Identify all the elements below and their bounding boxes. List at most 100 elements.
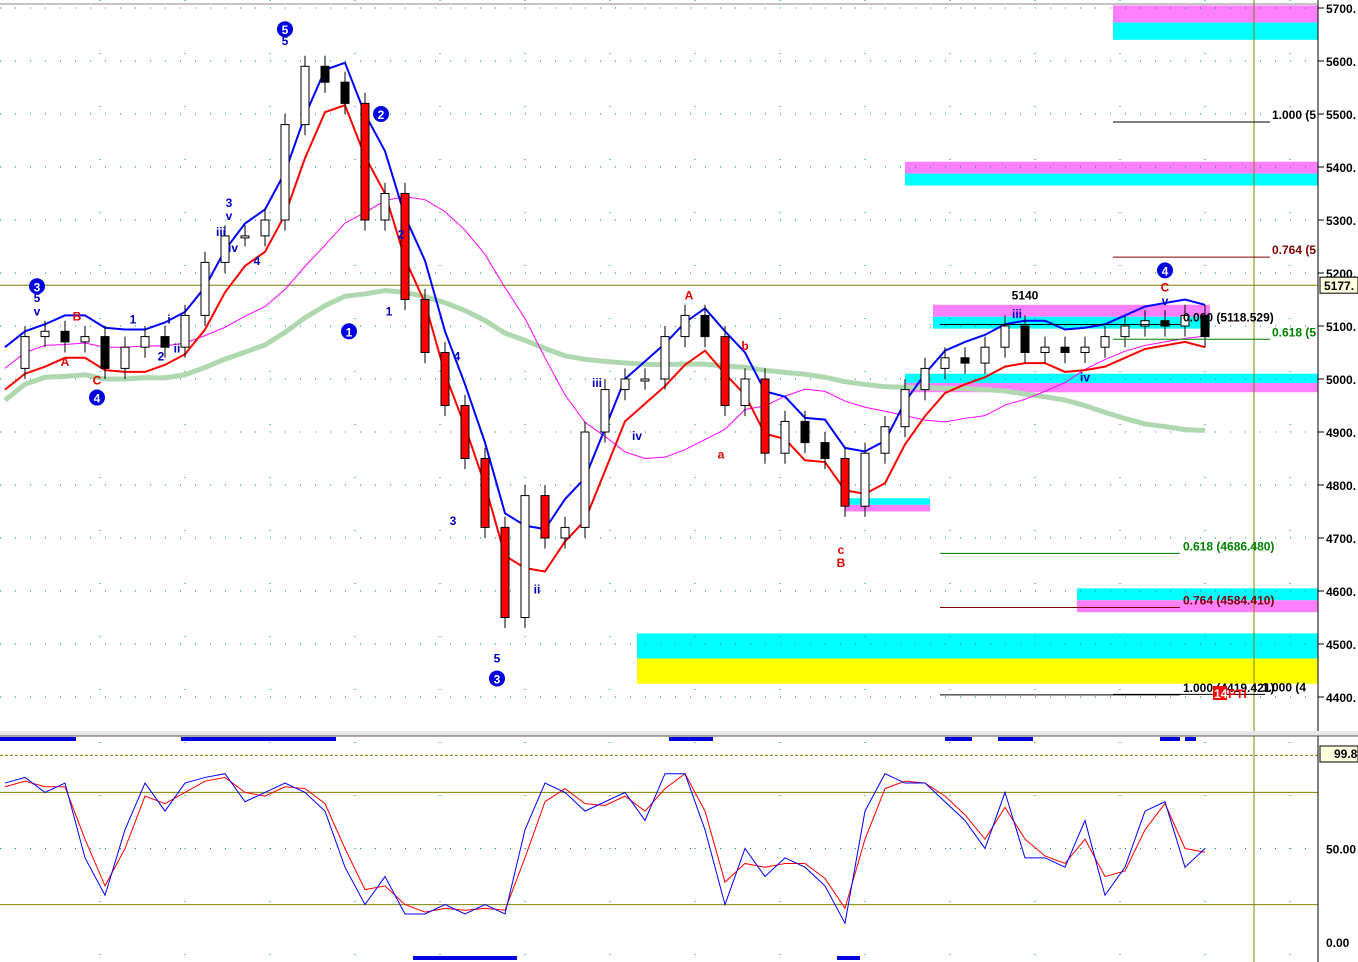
wave-label: A [61, 355, 70, 369]
candle [520, 495, 530, 619]
candle [420, 299, 430, 353]
wave-label: iii [592, 376, 602, 390]
fib-label: 1.000 (4 [1262, 680, 1306, 694]
candle [720, 336, 730, 407]
candle [340, 81, 350, 104]
pti-number: 14 [1214, 687, 1228, 701]
fib-label: 0.764 (5 [1272, 243, 1316, 257]
price-tick-label: 4400. [1326, 691, 1356, 705]
candle [640, 378, 650, 382]
wave-label: 2 [378, 108, 385, 122]
candle [580, 431, 590, 528]
price-tick-label: 4600. [1326, 585, 1356, 599]
candle [440, 352, 450, 406]
price-tick-label: 5500. [1326, 108, 1356, 122]
zone-5400-upper [905, 161, 1318, 174]
wave-label: 1 [386, 304, 393, 318]
stoch-d-line [4, 772, 1206, 913]
candle [260, 219, 270, 237]
candle [1100, 336, 1110, 348]
price-tick-label: 5400. [1326, 161, 1356, 175]
wave-label: iii [216, 225, 226, 239]
signal-bar [945, 737, 972, 741]
price-tick-label: 4800. [1326, 479, 1356, 493]
wave-label: ii [534, 583, 541, 597]
candle [700, 314, 710, 338]
wave-label: a [718, 448, 725, 462]
chart-window: 1.000 (5 0.764 (5 0.000 (5118.529) 0.618 (5… [0, 0, 1358, 962]
wave-label: A [685, 289, 694, 303]
candle [980, 346, 990, 364]
signal-bar [413, 956, 517, 960]
candle [660, 336, 670, 380]
candle [800, 420, 810, 444]
wave-label: 4 [1162, 264, 1169, 278]
price-tick-label: 4500. [1326, 638, 1356, 652]
candle [380, 193, 390, 221]
zone-4760-upper [845, 498, 930, 505]
candle [1120, 325, 1130, 338]
wave-label: v [226, 209, 233, 223]
candle [460, 405, 470, 459]
wave-label: iii [1012, 307, 1022, 321]
zone-5400-lower [905, 173, 1318, 186]
wave-label: 5 [282, 34, 289, 48]
candle [780, 420, 790, 454]
candle [280, 124, 290, 221]
price-tick-label: 5600. [1326, 55, 1356, 69]
wave-label: 2 [158, 349, 165, 363]
candle [1160, 320, 1170, 327]
candle [300, 65, 310, 126]
candle [1020, 325, 1030, 353]
candle [20, 336, 30, 369]
wave-label: 3 [226, 196, 233, 210]
wave-label: 1 [130, 312, 137, 326]
wave-label: 1 [346, 325, 353, 339]
zone-5120-upper [933, 304, 1210, 317]
candle [100, 336, 110, 369]
candle [360, 102, 370, 221]
candle [1140, 320, 1150, 327]
wave-label: C [1161, 281, 1170, 295]
candle [180, 314, 190, 348]
fib-label: 0.618 (5 [1272, 325, 1316, 339]
candle [680, 314, 690, 338]
candle [820, 442, 830, 460]
price-chart[interactable]: 1.000 (5 0.764 (5 0.000 (5118.529)0.618 (5… [0, 0, 1358, 962]
candle [400, 193, 410, 300]
panel-divider [0, 731, 1358, 736]
signal-bar [837, 956, 860, 960]
candle [1060, 346, 1070, 354]
wave-label: 5 [34, 291, 41, 305]
candle [940, 357, 950, 369]
wave-label: v [1162, 294, 1169, 308]
signal-bar [0, 737, 76, 741]
wave-label: 2 [398, 228, 405, 242]
candle [900, 389, 910, 428]
candle [80, 336, 90, 343]
wave-label: ii [174, 342, 181, 356]
wave-label: 5 [494, 652, 501, 666]
fib-label: 0.618 (4686.480) [1183, 539, 1274, 553]
wave-label: i [167, 312, 170, 326]
candle [560, 526, 570, 539]
signal-bar [1160, 737, 1180, 741]
signal-bar [181, 737, 336, 741]
wave-label: 3 [494, 672, 501, 686]
candle [200, 261, 210, 316]
wave-label: v [34, 304, 41, 318]
zone-4500-upper [637, 633, 1318, 659]
zone-5000-upper [905, 373, 1318, 383]
osc-top-label: 99.8 [1334, 747, 1358, 761]
wave-label: 4 [454, 349, 461, 363]
candle [320, 65, 330, 83]
candle [960, 357, 970, 364]
candle [140, 336, 150, 348]
wave-label: 4 [94, 392, 101, 406]
price-tick-label: 4900. [1326, 426, 1356, 440]
candle [240, 235, 250, 239]
signal-bar [669, 737, 713, 741]
candle [500, 526, 510, 619]
zone-5700-lower [1113, 22, 1318, 40]
signal-bar [998, 737, 1033, 741]
